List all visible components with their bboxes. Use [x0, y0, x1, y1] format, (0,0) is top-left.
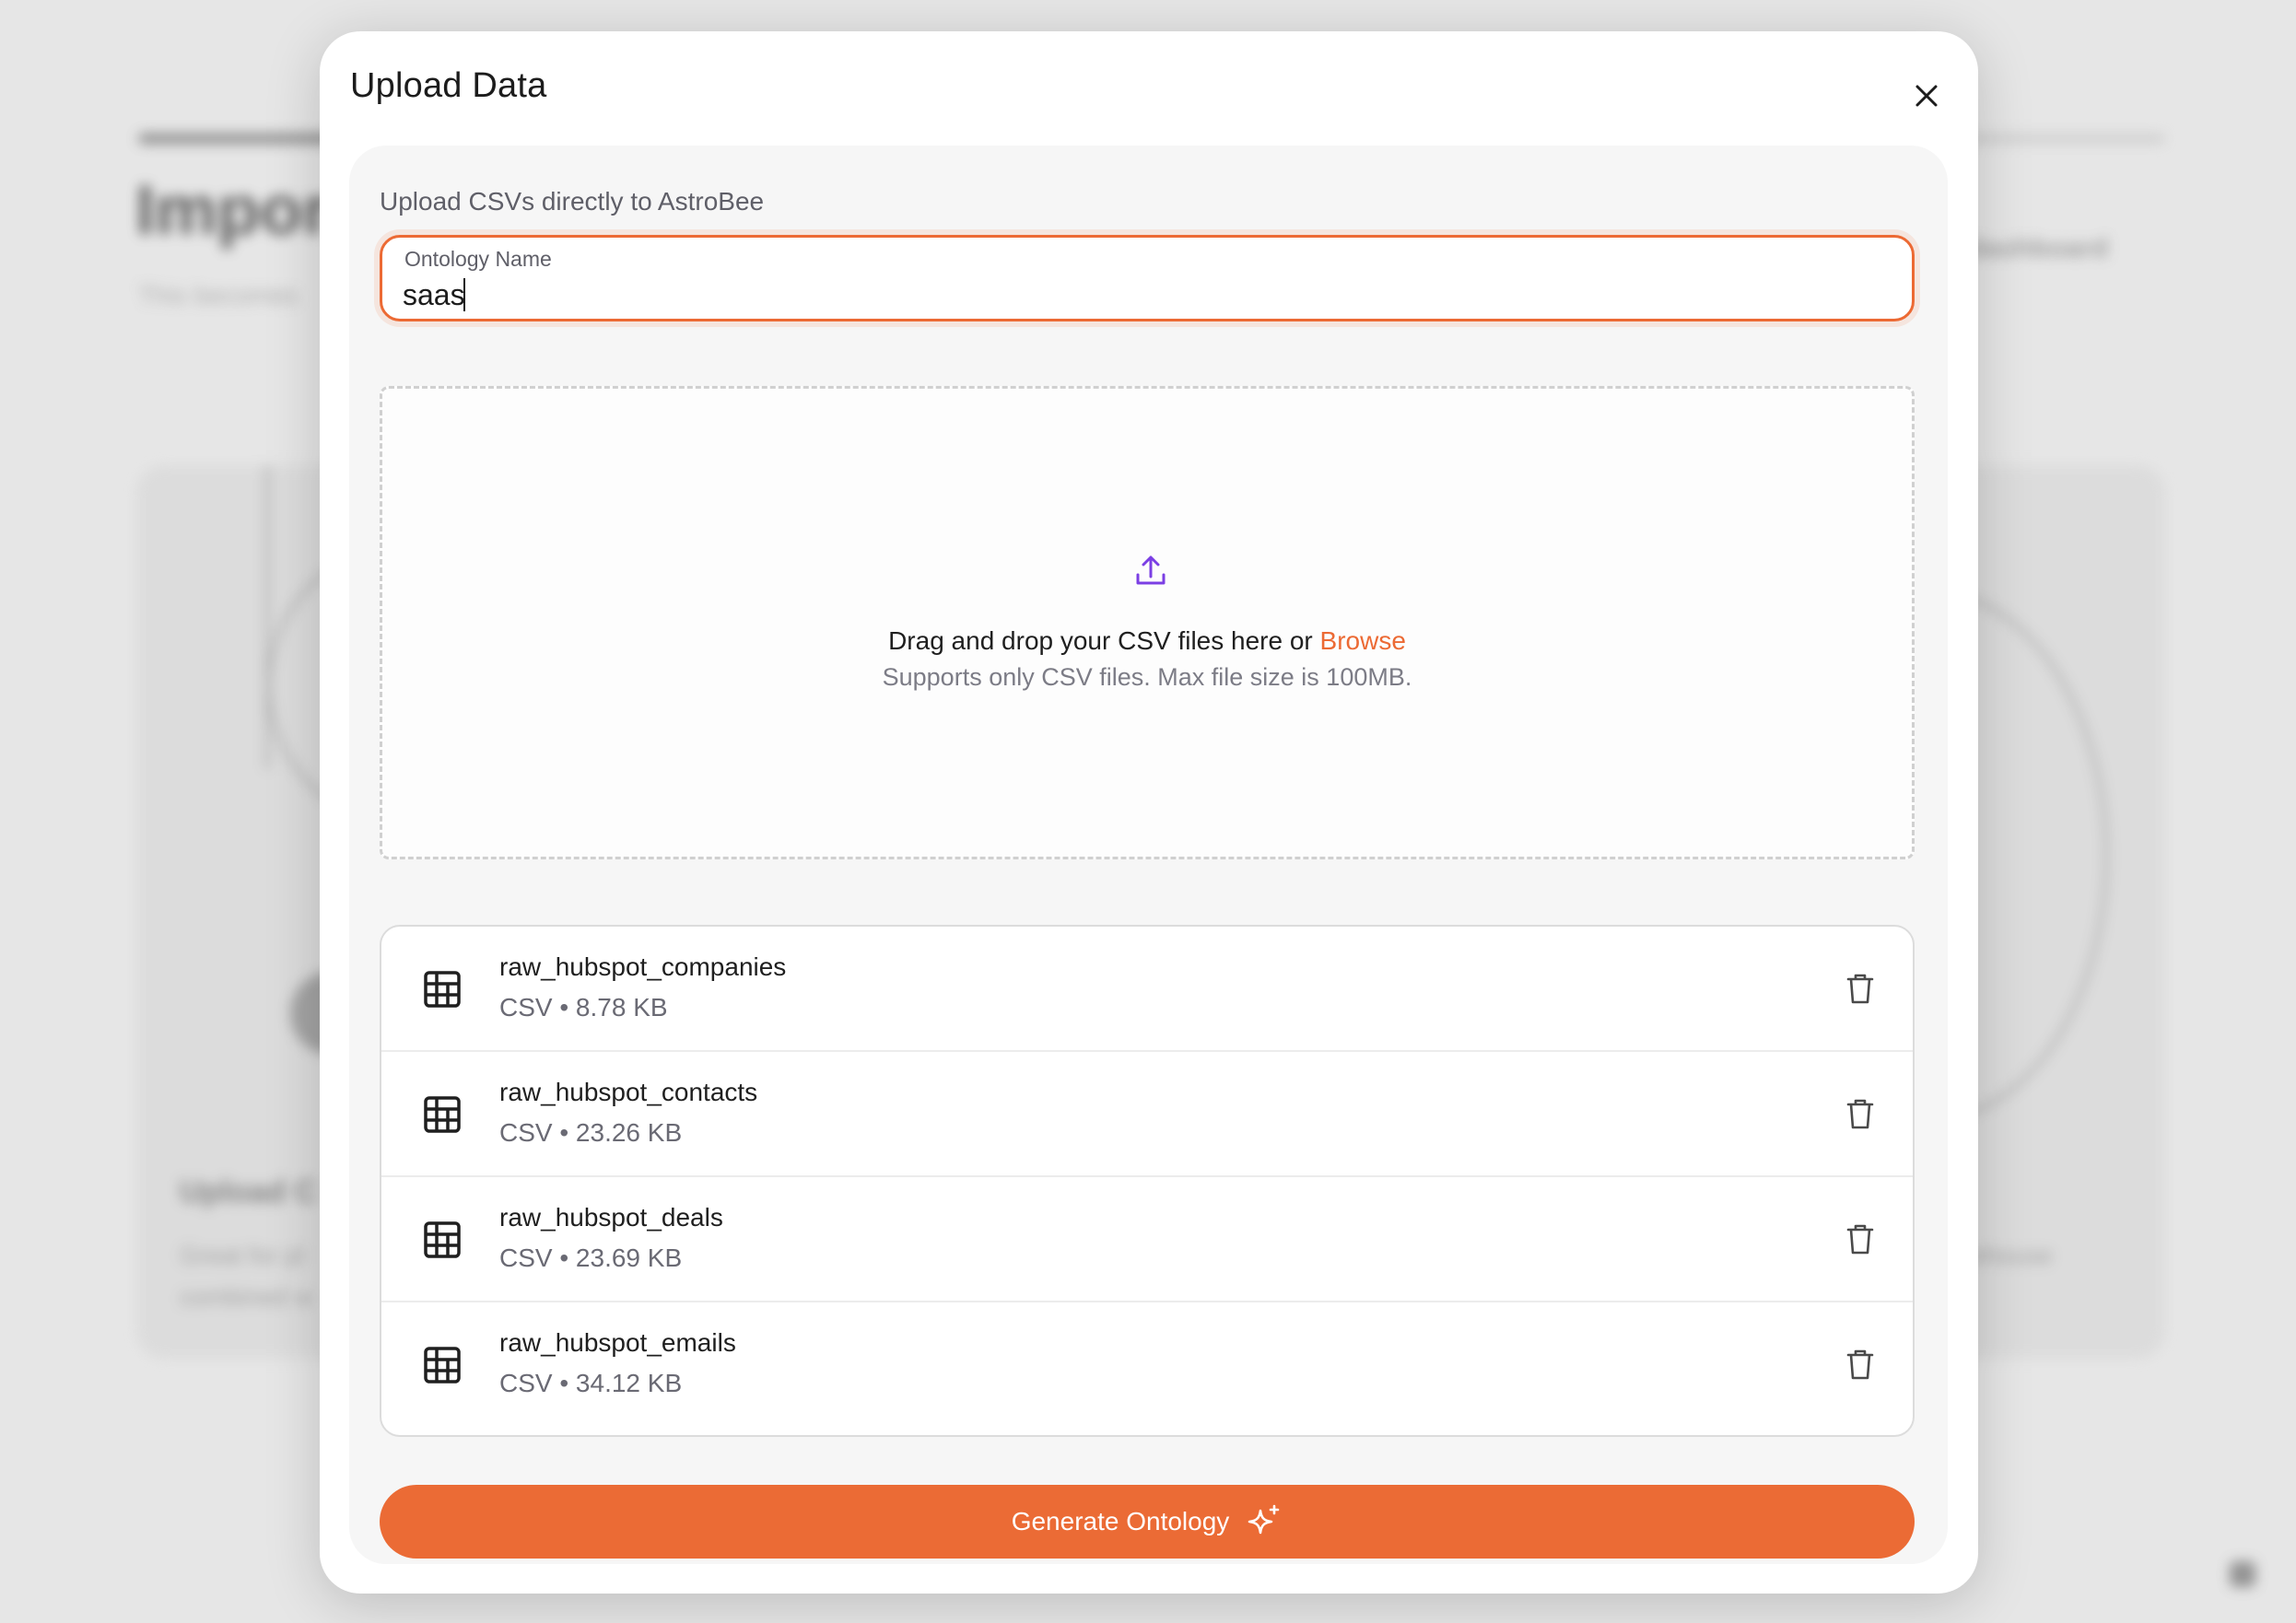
table-icon — [424, 971, 461, 1008]
trash-icon[interactable] — [1842, 1346, 1879, 1383]
file-row: raw_hubspot_deals CSV • 23.69 KB — [381, 1177, 1913, 1302]
upload-data-modal: Upload Data Upload CSVs directly to Astr… — [320, 31, 1978, 1594]
background-card-text: combined w — [180, 1283, 313, 1311]
generate-ontology-button[interactable]: Generate Ontology — [380, 1485, 1915, 1559]
background-heading: Impor — [135, 171, 331, 250]
background-card-text: Great for pl — [180, 1242, 305, 1269]
background-link: dashboard — [1967, 233, 2109, 263]
file-name: raw_hubspot_emails — [499, 1328, 736, 1357]
background-subtitle: This becomes — [138, 281, 299, 309]
close-button[interactable] — [1904, 74, 1949, 118]
dropzone-prompt: Drag and drop your CSV files here or Bro… — [382, 626, 1912, 656]
file-dropzone[interactable]: Drag and drop your CSV files here or Bro… — [380, 386, 1915, 859]
file-meta: CSV • 23.69 KB — [499, 1244, 683, 1272]
file-name: raw_hubspot_contacts — [499, 1078, 758, 1106]
dropzone-hint: Supports only CSV files. Max file size i… — [882, 663, 1412, 691]
file-row: raw_hubspot_companies CSV • 8.78 KB — [381, 927, 1913, 1052]
file-row: raw_hubspot_emails CSV • 34.12 KB — [381, 1302, 1913, 1428]
file-list: raw_hubspot_companies CSV • 8.78 KB raw_… — [380, 925, 1915, 1437]
ontology-name-label: Ontology Name — [404, 247, 552, 271]
generate-ontology-label: Generate Ontology — [1011, 1507, 1230, 1535]
upload-description: Upload CSVs directly to AstroBee — [380, 187, 765, 216]
trash-icon[interactable] — [1842, 970, 1879, 1007]
background-card-title: Upload C — [180, 1174, 318, 1209]
file-name: raw_hubspot_companies — [499, 952, 787, 981]
table-icon — [424, 1347, 461, 1384]
table-icon — [424, 1221, 461, 1258]
trash-icon[interactable] — [1842, 1095, 1879, 1132]
trash-icon[interactable] — [1842, 1220, 1879, 1257]
sparkle-icon — [1248, 1504, 1280, 1535]
file-meta: CSV • 8.78 KB — [499, 993, 668, 1022]
file-name: raw_hubspot_deals — [499, 1203, 723, 1232]
upload-icon — [1136, 555, 1166, 585]
close-icon — [1915, 85, 1938, 107]
help-icon — [2230, 1561, 2255, 1587]
file-meta: CSV • 34.12 KB — [499, 1369, 683, 1397]
background-illustration-line — [265, 465, 269, 769]
ontology-name-input[interactable] — [403, 276, 1877, 313]
file-meta: CSV • 23.26 KB — [499, 1118, 683, 1147]
text-caret — [463, 278, 465, 311]
ontology-name-field[interactable]: Ontology Name — [380, 235, 1915, 321]
dropzone-prompt-text: Drag and drop your CSV files here or — [888, 626, 1320, 655]
browse-link[interactable]: Browse — [1320, 626, 1406, 655]
file-row: raw_hubspot_contacts CSV • 23.26 KB — [381, 1052, 1913, 1177]
table-icon — [424, 1096, 461, 1133]
modal-title: Upload Data — [350, 66, 547, 105]
upload-panel: Upload CSVs directly to AstroBee Ontolog… — [349, 146, 1948, 1564]
